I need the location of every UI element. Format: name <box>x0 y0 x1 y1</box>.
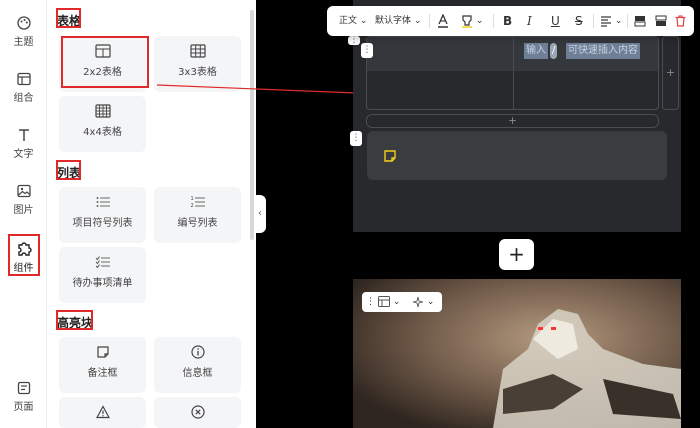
italic-button[interactable]: I <box>527 6 532 36</box>
trash-icon <box>675 14 686 27</box>
strikethrough-icon: S <box>575 14 583 28</box>
paragraph-style-select[interactable]: 正文 ⌄ <box>339 6 367 36</box>
align-left-icon <box>601 15 611 27</box>
drag-handle-icon: ⋮ <box>351 133 361 143</box>
chevron-down-icon: ⌄ <box>426 297 435 307</box>
drag-handle-icon: ⋮ <box>362 45 372 55</box>
note-block[interactable] <box>367 131 667 180</box>
bold-button[interactable]: B <box>503 6 512 36</box>
underline-button[interactable]: U <box>551 6 560 36</box>
table-block[interactable]: 输入 / 可快速插入内容 <box>366 36 659 110</box>
image-layout-button[interactable]: ⌄ <box>378 292 400 312</box>
chevron-down-icon: ⌄ <box>413 16 422 26</box>
add-column-button[interactable]: + <box>662 36 679 110</box>
plus-icon: + <box>665 66 676 79</box>
chevron-down-icon: ⌄ <box>392 297 401 307</box>
chevron-down-icon: ⌄ <box>614 16 623 26</box>
italic-icon: I <box>527 14 532 28</box>
ai-magic-button[interactable]: ⌄ <box>412 292 434 312</box>
plus-icon: + <box>507 114 518 127</box>
table-divider <box>513 37 514 109</box>
align-button[interactable]: ⌄ <box>600 6 622 36</box>
bold-icon: B <box>503 14 513 28</box>
drag-handle[interactable]: ⋮ <box>366 292 375 312</box>
add-row-button[interactable]: + <box>366 114 659 128</box>
toolbar-divider <box>493 14 494 28</box>
table-cell-placeholder-hint: 可快速插入内容 <box>566 43 640 59</box>
note-icon <box>384 150 396 162</box>
drag-handle-icon: ⋮ <box>349 35 359 45</box>
drag-handle[interactable]: ⋮ <box>348 36 360 45</box>
drag-handle[interactable]: ⋮ <box>350 131 362 146</box>
chevron-down-icon: ⌄ <box>475 16 484 26</box>
highlight-button[interactable]: ⌄ <box>461 6 483 36</box>
block-style-button[interactable] <box>634 6 646 36</box>
block-background-button[interactable] <box>655 6 667 36</box>
text-color-button[interactable] <box>437 6 449 36</box>
delete-button[interactable] <box>675 6 686 36</box>
table-cell-placeholder[interactable]: 输入 <box>524 43 548 59</box>
slash-key-hint: / <box>550 43 558 59</box>
underline-icon: U <box>551 14 560 28</box>
highlighter-icon <box>462 14 472 28</box>
add-page-button[interactable]: + <box>499 239 534 270</box>
sparkle-icon <box>412 296 424 307</box>
toolbar-divider <box>429 14 430 28</box>
toolbar-divider <box>593 14 594 28</box>
block-background-icon <box>655 15 667 26</box>
block-style-icon <box>634 15 646 26</box>
plus-icon: + <box>508 242 525 266</box>
drag-handle-icon: ⋮ <box>366 297 375 307</box>
font-select[interactable]: 默认字体 ⌄ <box>375 6 421 36</box>
strikethrough-button[interactable]: S <box>575 6 583 36</box>
layout-icon <box>378 296 390 307</box>
chevron-down-icon: ⌄ <box>359 16 368 26</box>
text-color-icon <box>438 12 448 28</box>
toolbar-divider <box>627 14 628 28</box>
format-toolbar: 正文 ⌄ 默认字体 ⌄ ⌄ B I U S ⌄ <box>327 6 694 36</box>
drag-handle[interactable]: ⋮ <box>361 43 373 58</box>
image-toolbar: ⋮ ⌄ ⌄ <box>362 292 442 312</box>
